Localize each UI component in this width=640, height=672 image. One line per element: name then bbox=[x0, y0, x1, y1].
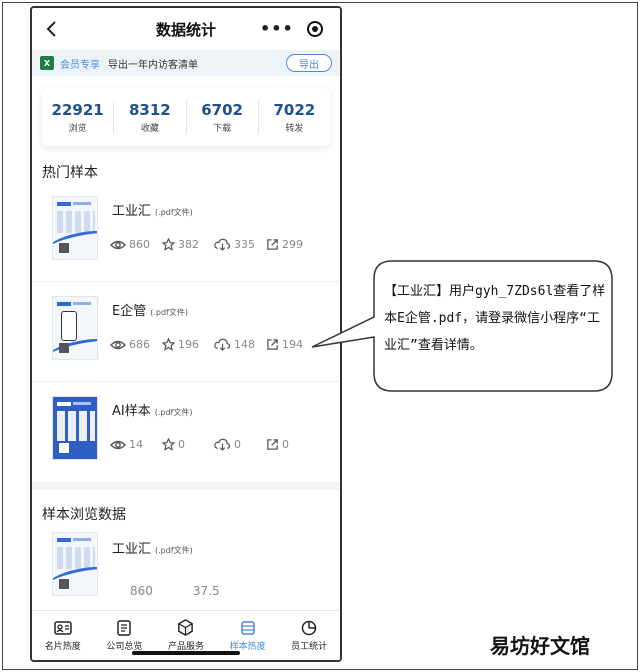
star-icon bbox=[162, 238, 175, 251]
sample-thumbnail bbox=[52, 396, 98, 460]
sample-name: AI样本 (.pdf文件) bbox=[112, 404, 193, 419]
id-card-icon bbox=[54, 620, 72, 635]
tab-employee-stats[interactable]: 员工统计 bbox=[278, 611, 340, 660]
sample-item[interactable]: 工业汇 (.pdf文件) 860 382 335 299 bbox=[32, 182, 340, 282]
sample-name: 工业汇 (.pdf文件) bbox=[112, 204, 193, 219]
stat-label: 下载 bbox=[213, 123, 232, 134]
sample-name: E企管 (.pdf文件) bbox=[112, 304, 188, 319]
file-type-label: (.pdf文件) bbox=[155, 208, 193, 217]
browse-partial-values: 860 37.5 bbox=[130, 584, 220, 598]
stat-favorites: 8312 收藏 bbox=[114, 100, 187, 134]
tab-label: 名片热度 bbox=[44, 641, 81, 652]
pie-chart-icon bbox=[301, 620, 317, 635]
vip-export-bar: X 会员专享 导出一年内访客清单 导出 bbox=[32, 50, 340, 76]
share-icon bbox=[267, 339, 278, 350]
stat-value: 6702 bbox=[201, 100, 243, 119]
list-stack-icon bbox=[240, 620, 255, 635]
cloud-download-icon bbox=[214, 438, 231, 451]
views-count: 686 bbox=[129, 338, 150, 351]
downloads-count: 0 bbox=[234, 438, 241, 451]
downloads-count: 148 bbox=[234, 338, 255, 351]
sample-metrics: 686 196 148 194 bbox=[110, 338, 318, 351]
navigation-bar: 数据统计 ••• bbox=[32, 8, 340, 50]
file-type-label: (.pdf文件) bbox=[155, 546, 193, 555]
page-title: 数据统计 bbox=[155, 20, 216, 39]
stat-shares: 7022 转发 bbox=[259, 101, 330, 134]
views-count: 14 bbox=[129, 438, 143, 451]
home-indicator bbox=[132, 651, 240, 655]
stat-value: 22921 bbox=[51, 100, 104, 119]
downloads-count: 335 bbox=[234, 238, 255, 251]
cloud-download-icon bbox=[214, 338, 231, 351]
stat-label: 转发 bbox=[285, 123, 304, 134]
miniprogram-capsule: ••• bbox=[252, 17, 332, 41]
cloud-download-icon bbox=[214, 238, 231, 251]
close-target-icon[interactable] bbox=[306, 20, 324, 38]
browse-sample-item[interactable]: 工业汇 (.pdf文件) 860 37.5 bbox=[32, 524, 340, 614]
eye-icon bbox=[110, 240, 126, 249]
stat-downloads: 6702 下载 bbox=[187, 100, 259, 134]
tab-card-heat[interactable]: 名片热度 bbox=[32, 611, 94, 660]
stars-count: 196 bbox=[178, 338, 199, 351]
callout-text: 【工业汇】用户gyh_7ZDs6l查看了样本E企管.pdf，请登录微信小程序“工… bbox=[384, 284, 606, 353]
browse-value-a: 860 bbox=[130, 584, 153, 598]
stat-views: 22921 浏览 bbox=[42, 100, 115, 134]
star-icon bbox=[162, 438, 175, 451]
eye-icon bbox=[110, 440, 126, 449]
vip-export-text: 导出一年内访客清单 bbox=[108, 59, 198, 71]
back-arrow-icon[interactable] bbox=[42, 17, 62, 41]
shares-count: 0 bbox=[282, 438, 289, 451]
star-icon bbox=[162, 338, 175, 351]
views-count: 860 bbox=[129, 238, 150, 251]
shares-count: 194 bbox=[282, 338, 303, 351]
document-icon bbox=[117, 619, 132, 636]
file-type-label: (.pdf文件) bbox=[154, 408, 193, 417]
sample-metrics: 860 382 335 299 bbox=[110, 238, 318, 251]
tab-label: 公司总览 bbox=[106, 641, 143, 652]
tab-label: 员工统计 bbox=[291, 641, 328, 652]
stat-value: 8312 bbox=[129, 100, 171, 119]
share-icon bbox=[267, 439, 278, 450]
hot-samples-title: 热门样本 bbox=[42, 165, 98, 181]
file-type-label: (.pdf文件) bbox=[150, 308, 188, 317]
stats-card: 22921 浏览 8312 收藏 6702 下载 7022 转发 bbox=[42, 88, 330, 146]
watermark-text: 易坊好文馆 bbox=[490, 634, 590, 658]
stat-label: 浏览 bbox=[68, 123, 87, 134]
sample-thumbnail bbox=[52, 532, 98, 596]
excel-icon: X bbox=[40, 56, 54, 70]
stars-count: 0 bbox=[178, 438, 185, 451]
sample-metrics: 14 0 0 0 bbox=[110, 438, 318, 451]
sample-name: 工业汇 (.pdf文件) bbox=[112, 542, 193, 557]
sample-item[interactable]: E企管 (.pdf文件) 686 196 148 194 bbox=[32, 282, 340, 382]
export-button[interactable]: 导出 bbox=[286, 54, 332, 72]
sample-thumbnail bbox=[52, 196, 98, 260]
section-divider bbox=[32, 482, 340, 490]
sample-item[interactable]: AI样本 (.pdf文件) 14 0 0 0 bbox=[32, 382, 340, 482]
box-icon bbox=[178, 619, 194, 636]
share-icon bbox=[267, 239, 278, 250]
stat-value: 7022 bbox=[273, 100, 316, 119]
sample-thumbnail bbox=[52, 296, 98, 360]
more-dots-icon[interactable]: ••• bbox=[260, 21, 294, 37]
browse-data-title: 样本浏览数据 bbox=[42, 507, 126, 523]
stat-label: 收藏 bbox=[140, 123, 159, 134]
stars-count: 382 bbox=[178, 238, 199, 251]
tab-label: 样本热度 bbox=[229, 641, 266, 652]
browse-value-b: 37.5 bbox=[192, 584, 220, 598]
phone-screen: 数据统计 ••• X 会员专享 导出一年内访客清单 导出 22921 浏览 83… bbox=[30, 6, 342, 662]
shares-count: 299 bbox=[282, 238, 303, 251]
eye-icon bbox=[110, 340, 126, 349]
vip-badge: 会员专享 bbox=[60, 59, 100, 71]
